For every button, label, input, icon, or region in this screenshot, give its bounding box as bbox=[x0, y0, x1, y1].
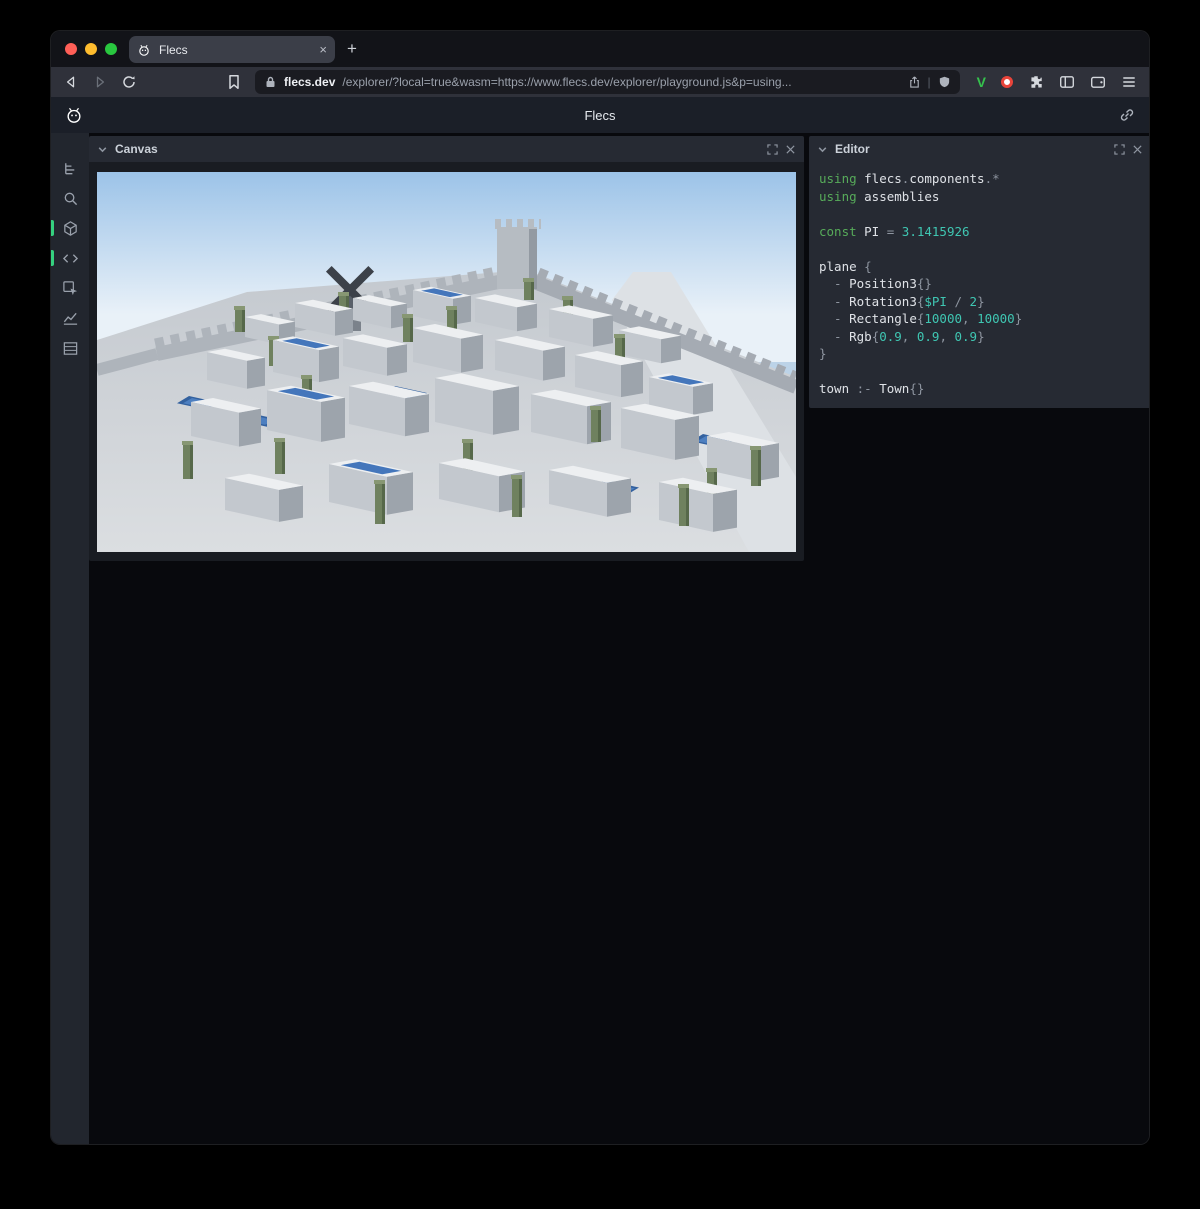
code-line bbox=[819, 240, 1141, 258]
canvas-panel-body bbox=[89, 162, 804, 561]
reload-icon[interactable] bbox=[121, 74, 137, 90]
page-title: Flecs bbox=[51, 108, 1149, 123]
permalink-icon[interactable] bbox=[1119, 107, 1135, 123]
rail-entities-cube-icon[interactable] bbox=[51, 213, 89, 243]
toolbar-extensions: V bbox=[977, 74, 1137, 90]
urlbar-divider: | bbox=[928, 75, 931, 89]
shield-icon[interactable] bbox=[938, 75, 951, 89]
url-bar[interactable]: flecs.dev/explorer/?local=true&wasm=http… bbox=[255, 70, 960, 94]
code-line: using flecs.components.* bbox=[819, 170, 1141, 188]
tab-title: Flecs bbox=[159, 43, 311, 57]
rail-inspect-icon[interactable] bbox=[51, 273, 89, 303]
flecs-favicon-icon bbox=[137, 43, 151, 57]
url-path: /explorer/?local=true&wasm=https://www.f… bbox=[342, 75, 900, 89]
share-icon[interactable] bbox=[908, 75, 921, 89]
code-line: } bbox=[819, 345, 1141, 363]
editor-panel-header: Editor bbox=[809, 136, 1150, 162]
editor-code[interactable]: using flecs.components.*using assemblies… bbox=[809, 162, 1150, 408]
canvas-3d-scene[interactable] bbox=[97, 172, 796, 552]
code-line bbox=[819, 205, 1141, 223]
rail-stats-chart-icon[interactable] bbox=[51, 303, 89, 333]
canvas-panel: Canvas bbox=[89, 136, 804, 561]
forward-icon[interactable] bbox=[92, 74, 108, 90]
code-line: town :- Town{} bbox=[819, 380, 1141, 398]
code-line: using assemblies bbox=[819, 188, 1141, 206]
zoom-button[interactable] bbox=[105, 43, 117, 55]
bookmark-icon[interactable] bbox=[226, 74, 242, 90]
code-line: - Position3{} bbox=[819, 275, 1141, 293]
left-rail bbox=[51, 133, 89, 1145]
extension-red-icon[interactable] bbox=[1001, 76, 1013, 88]
url-host: flecs.dev bbox=[284, 75, 335, 89]
chevron-down-icon[interactable] bbox=[97, 144, 108, 155]
tab-bar: Flecs × + bbox=[51, 31, 1149, 67]
tab-close-icon[interactable]: × bbox=[319, 43, 327, 56]
close-icon[interactable] bbox=[1132, 144, 1143, 155]
minimize-button[interactable] bbox=[85, 43, 97, 55]
rail-tree-icon[interactable] bbox=[51, 153, 89, 183]
code-line: plane { bbox=[819, 258, 1141, 276]
explorer-body: Canvas bbox=[51, 133, 1149, 1145]
lock-icon bbox=[264, 75, 277, 89]
fullscreen-icon[interactable] bbox=[767, 144, 778, 155]
code-line: - Rotation3{$PI / 2} bbox=[819, 293, 1141, 311]
rail-tables-icon[interactable] bbox=[51, 333, 89, 363]
active-indicator bbox=[51, 250, 54, 266]
canvas-panel-title: Canvas bbox=[115, 142, 158, 156]
code-line: const PI = 3.1415926 bbox=[819, 223, 1141, 241]
nav-toolbar: flecs.dev/explorer/?local=true&wasm=http… bbox=[51, 67, 1149, 97]
editor-panel-title: Editor bbox=[835, 142, 870, 156]
code-line: - Rgb{0.9, 0.9, 0.9} bbox=[819, 328, 1141, 346]
sidebar-icon[interactable] bbox=[1059, 74, 1075, 90]
active-indicator bbox=[51, 220, 54, 236]
code-line: - Rectangle{10000, 10000} bbox=[819, 310, 1141, 328]
puzzle-icon[interactable] bbox=[1028, 74, 1044, 90]
menu-icon[interactable] bbox=[1121, 74, 1137, 90]
wallet-icon[interactable] bbox=[1090, 74, 1106, 90]
browser-window: Flecs × + flecs.dev/explorer/?local=true… bbox=[50, 30, 1150, 1145]
code-line bbox=[819, 363, 1141, 381]
window-controls bbox=[65, 43, 117, 55]
back-icon[interactable] bbox=[63, 74, 79, 90]
extension-v-icon[interactable]: V bbox=[977, 74, 986, 90]
close-button[interactable] bbox=[65, 43, 77, 55]
app-header: Flecs bbox=[51, 97, 1149, 133]
chevron-down-icon[interactable] bbox=[817, 144, 828, 155]
new-tab-button[interactable]: + bbox=[347, 40, 357, 57]
canvas-panel-header: Canvas bbox=[89, 136, 804, 162]
close-icon[interactable] bbox=[785, 144, 796, 155]
editor-panel: Editor using flecs.components.*using ass… bbox=[809, 136, 1150, 408]
fullscreen-icon[interactable] bbox=[1114, 144, 1125, 155]
rail-code-icon[interactable] bbox=[51, 243, 89, 273]
panel-area: Canvas bbox=[89, 133, 1149, 1145]
browser-tab[interactable]: Flecs × bbox=[129, 36, 335, 63]
rail-search-icon[interactable] bbox=[51, 183, 89, 213]
flecs-logo-icon[interactable] bbox=[65, 106, 83, 124]
